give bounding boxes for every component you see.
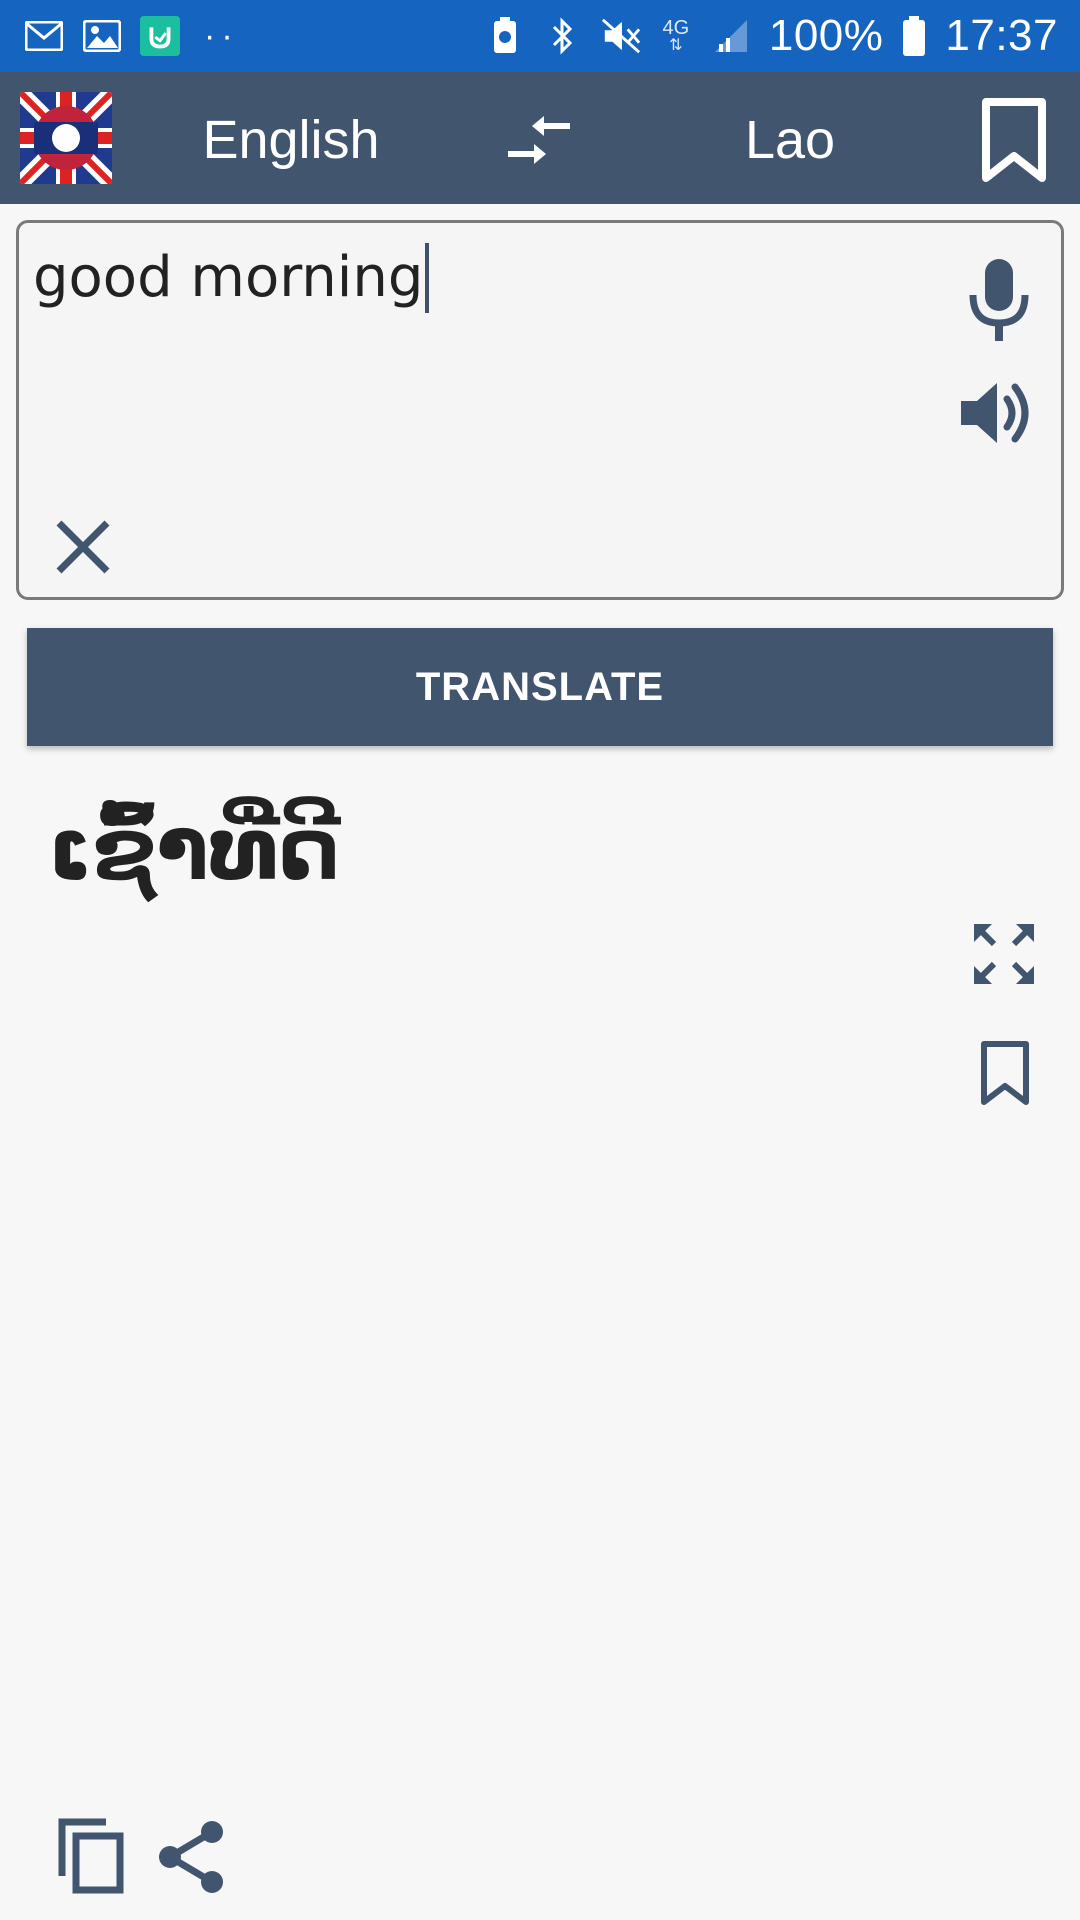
status-right-icons: 4G ⇅ 100% 17:37: [485, 14, 1058, 58]
text-caret: [425, 243, 430, 313]
network-type-text: 4G: [662, 17, 690, 39]
status-left-icons: ··: [24, 16, 239, 56]
translate-button[interactable]: TRANSLATE: [27, 628, 1053, 746]
bookmark-translation-icon[interactable]: [978, 1040, 1032, 1108]
clock: 17:37: [945, 11, 1058, 60]
fullscreen-icon[interactable]: [970, 920, 1038, 988]
target-language-selector[interactable]: Lao: [700, 108, 880, 172]
battery-percent: 100%: [768, 11, 884, 60]
mi-app-icon: [140, 16, 180, 56]
network-type-label: 4G ⇅: [659, 16, 693, 56]
gallery-icon: [82, 16, 122, 56]
swap-languages-icon[interactable]: [504, 112, 574, 168]
app-bar: English Lao: [0, 72, 1080, 204]
signal-icon: [711, 16, 751, 56]
more-notifications-indicator: ··: [204, 17, 239, 55]
source-text-input[interactable]: good morning: [33, 243, 430, 313]
source-language-selector[interactable]: English: [186, 108, 396, 172]
copy-icon[interactable]: [56, 1816, 128, 1896]
source-text-box: good morning: [16, 220, 1064, 600]
battery-saver-icon: [485, 16, 525, 56]
share-icon[interactable]: [154, 1818, 228, 1896]
source-text-value: good morning: [33, 245, 424, 310]
gmail-icon: [24, 16, 64, 56]
bookmarks-icon[interactable]: [978, 96, 1050, 184]
bluetooth-icon: [543, 16, 583, 56]
clear-icon[interactable]: [47, 511, 119, 583]
data-arrows-icon: ⇅: [669, 37, 683, 54]
translation-output: ເຊົ້າທີ່ດີ: [48, 800, 340, 900]
status-bar: ·· 4G ⇅ 100% 17:37: [0, 0, 1080, 72]
speaker-icon[interactable]: [953, 373, 1043, 453]
mute-icon: [601, 16, 641, 56]
microphone-icon[interactable]: [959, 253, 1039, 349]
flag-icon[interactable]: [20, 92, 112, 184]
battery-icon: [901, 16, 927, 56]
